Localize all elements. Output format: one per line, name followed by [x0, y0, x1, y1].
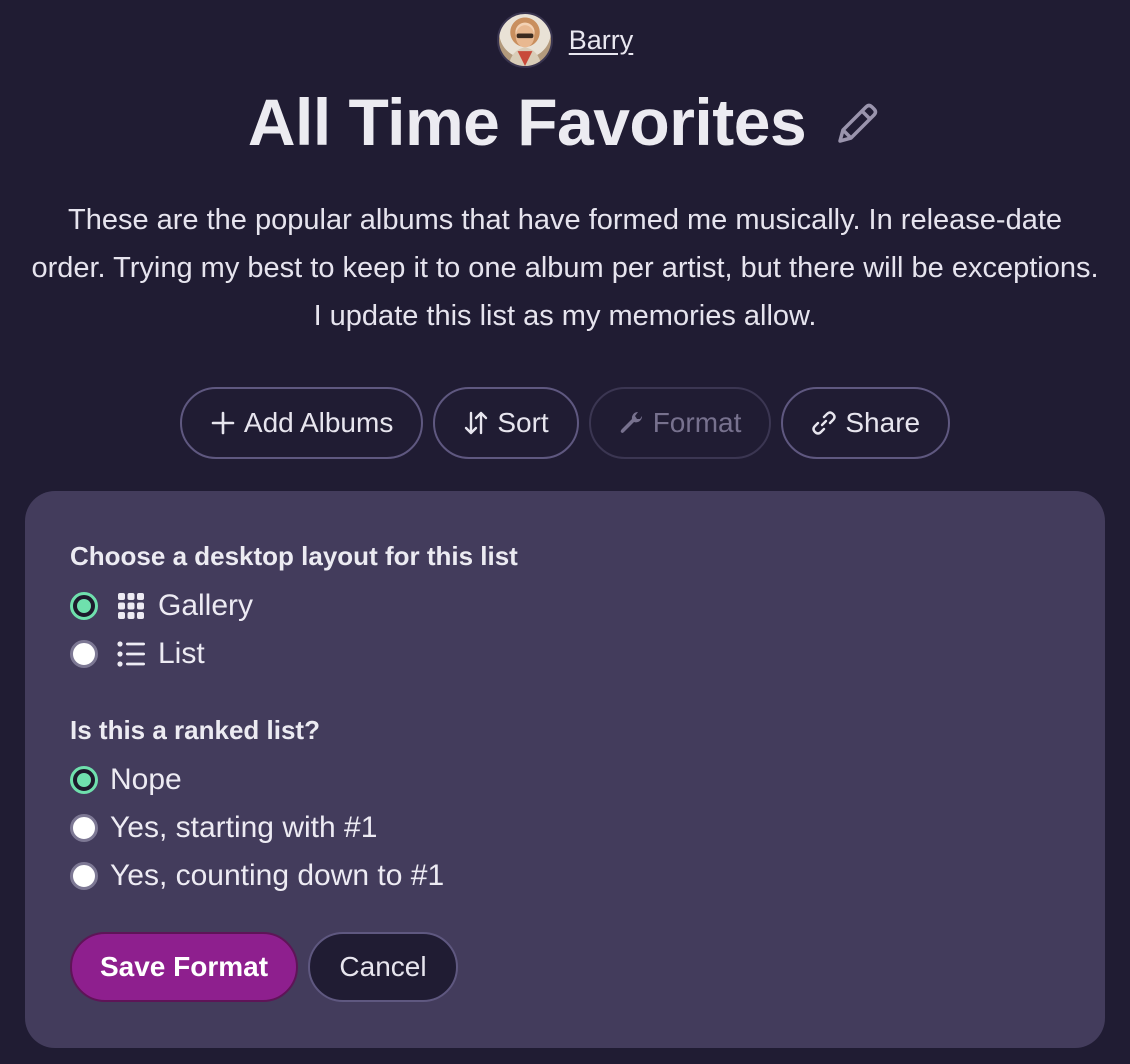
link-icon — [811, 410, 837, 436]
layout-gallery-label: Gallery — [158, 589, 254, 622]
ranked-question: Is this a ranked list? — [70, 715, 320, 745]
share-button[interactable]: Share — [781, 387, 951, 459]
sort-label: Sort — [497, 407, 549, 438]
radio-starting[interactable] — [70, 814, 98, 842]
pencil-icon[interactable] — [832, 99, 882, 149]
wrench-icon — [619, 410, 645, 436]
layout-option-list[interactable]: List — [70, 637, 205, 671]
cancel-button[interactable]: Cancel — [308, 932, 458, 1002]
format-button[interactable]: Format — [588, 387, 772, 459]
format-panel: Choose a desktop layout for this list Ga… — [25, 491, 1105, 1048]
page-title: All Time Favorites — [247, 85, 807, 159]
ranked-countdown-label: Yes, counting down to #1 — [110, 859, 445, 892]
radio-list[interactable] — [70, 640, 98, 668]
user-row: Barry — [0, 12, 1130, 68]
radio-gallery[interactable] — [70, 592, 98, 620]
add-albums-button[interactable]: Add Albums — [179, 387, 424, 459]
sort-arrows-icon — [463, 410, 489, 436]
layout-list-label: List — [158, 637, 205, 670]
avatar[interactable] — [496, 12, 553, 68]
list-page: Barry All Time Favorites These are the p… — [0, 0, 1130, 1064]
radio-countdown[interactable] — [70, 862, 98, 890]
sort-button[interactable]: Sort — [433, 387, 579, 459]
ranked-option-starting[interactable]: Yes, starting with #1 — [70, 811, 377, 845]
ranked-option-countdown[interactable]: Yes, counting down to #1 — [70, 859, 444, 893]
layout-question: Choose a desktop layout for this list — [70, 541, 518, 571]
grid-icon — [116, 591, 146, 621]
format-label: Format — [652, 407, 742, 438]
list-description: These are the popular albums that have f… — [31, 204, 1099, 332]
action-bar: Add Albums Sort Format Share — [0, 387, 1130, 459]
ranked-starting-label: Yes, starting with #1 — [110, 811, 378, 844]
ranked-nope-label: Nope — [110, 763, 182, 796]
ranked-option-nope[interactable]: Nope — [70, 763, 182, 797]
save-format-button[interactable]: Save Format — [70, 932, 298, 1002]
username-link[interactable]: Barry — [569, 25, 634, 56]
layout-option-gallery[interactable]: Gallery — [70, 589, 253, 623]
add-albums-label: Add Albums — [243, 407, 394, 438]
plus-icon — [210, 410, 236, 436]
radio-nope[interactable] — [70, 766, 98, 794]
share-label: Share — [845, 407, 921, 438]
list-icon — [116, 639, 146, 669]
title-row: All Time Favorites — [0, 82, 1130, 162]
